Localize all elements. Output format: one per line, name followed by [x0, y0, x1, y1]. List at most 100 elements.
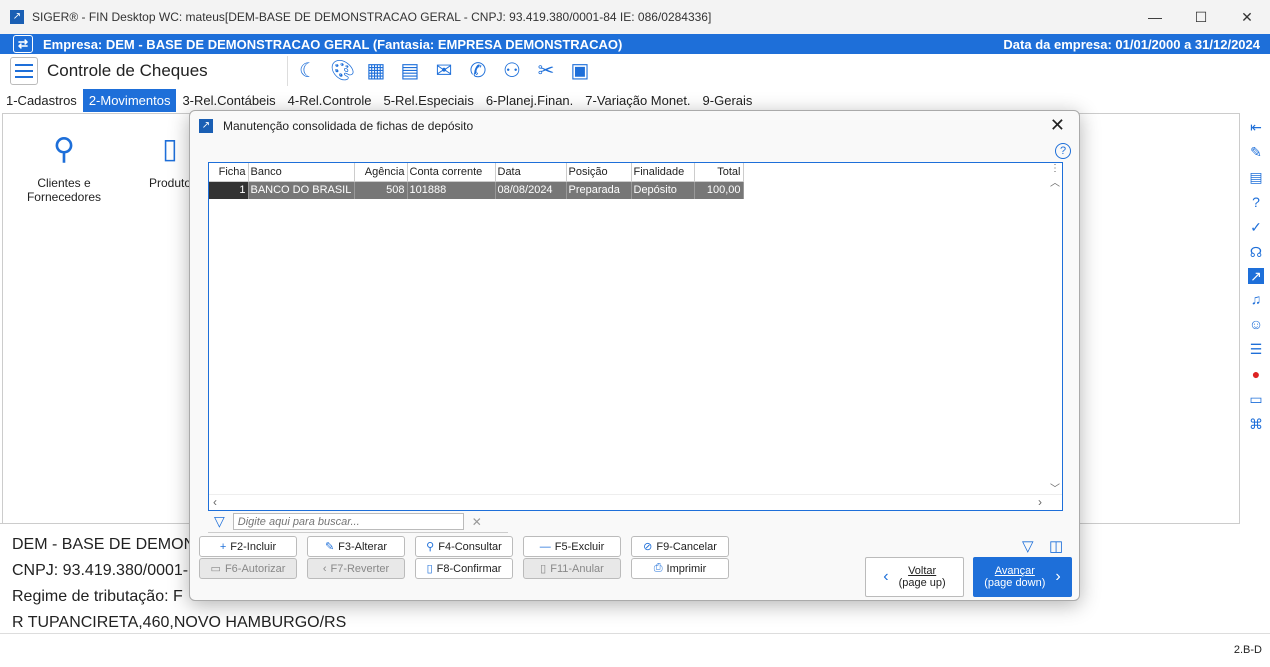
help-icon[interactable]: ? [1247, 193, 1265, 212]
confirmar-button[interactable]: ▯ F8-Confirmar [415, 558, 513, 579]
button-label: F11-Anular [550, 562, 604, 575]
tools-icon[interactable]: ✂ [534, 59, 558, 83]
right-sidebar: ⇤ ✎ ▤ ? ✓ ☊ ↗ ♫ ☺ ☰ ● ▭ ⌘ [1242, 118, 1270, 434]
bell-icon[interactable]: ♫ [1247, 290, 1265, 309]
clear-search-icon[interactable]: ✕ [472, 515, 482, 529]
file-cancel-icon: ▯ [540, 563, 547, 575]
person-icon: ⚲ [53, 133, 75, 166]
news-icon[interactable]: ▤ [1247, 168, 1265, 187]
tab-cadastros[interactable]: 1-Cadastros [0, 89, 83, 112]
tab-planej-finan[interactable]: 6-Planej.Finan. [480, 89, 579, 112]
col-data[interactable]: Data [495, 163, 567, 182]
calculator-icon[interactable]: ▦ [364, 59, 388, 83]
folder-icon[interactable]: ▭ [1247, 390, 1265, 409]
button-label: F3-Alterar [338, 540, 388, 553]
cell-conta: 101888 [407, 181, 496, 199]
search-input[interactable] [232, 513, 464, 530]
autorizar-button[interactable]: ▭ F6-Autorizar [199, 558, 297, 579]
imprimir-button[interactable]: ⎙ Imprimir [631, 558, 729, 579]
briefcase-icon[interactable]: ▣ [568, 59, 592, 83]
phone-icon[interactable]: ✆ [466, 59, 490, 83]
layout-icon[interactable]: ◫ [1049, 537, 1063, 555]
deposit-dialog: ↗ Manutenção consolidada de fichas de dep… [189, 110, 1080, 601]
folder-check-icon: ▭ [210, 563, 221, 575]
cancelar-button[interactable]: ⊘ F9-Cancelar [631, 536, 729, 557]
vertical-scrollbar[interactable]: ⋮ ︿ ﹀ [1048, 163, 1062, 495]
button-label: Voltar [908, 565, 937, 577]
col-conta[interactable]: Conta corrente [407, 163, 496, 182]
code-file-icon[interactable]: ⌘ [1247, 415, 1265, 434]
button-label: F8-Confirmar [436, 562, 502, 575]
cancel-icon: ⊘ [643, 541, 653, 553]
chevron-left-icon: ‹ [883, 568, 889, 585]
excluir-button[interactable]: — F5-Excluir [523, 536, 621, 557]
cell-banco: BANCO DO BRASIL [248, 181, 355, 199]
button-label: Avançar [994, 565, 1035, 577]
deposit-grid: Ficha Banco Agência Conta corrente Data … [208, 162, 1063, 511]
calendar-icon[interactable]: ▤ [398, 59, 422, 83]
anular-button[interactable]: ▯ F11-Anular [523, 558, 621, 579]
maximize-button[interactable]: ☐ [1178, 0, 1224, 34]
consultar-button[interactable]: ⚲ F4-Consultar [415, 536, 513, 557]
button-label: F2-Incluir [230, 540, 277, 553]
users-icon[interactable]: ⚇ [500, 59, 524, 83]
scroll-icon[interactable]: ✎ [1247, 143, 1265, 162]
table-row[interactable]: 1 BANCO DO BRASIL 508 101888 08/08/2024 … [209, 181, 744, 199]
tab-rel-contabeis[interactable]: 3-Rel.Contábeis [176, 89, 281, 112]
minus-icon: — [539, 540, 551, 553]
user-check-icon[interactable]: ✓ [1247, 218, 1265, 237]
collapse-icon[interactable]: ⇤ [1247, 118, 1265, 137]
user-icon[interactable]: ☺ [1247, 315, 1265, 334]
app-logo-icon: ↗ [10, 10, 24, 24]
dialog-close-button[interactable]: ✕ [1050, 115, 1065, 136]
moon-icon[interactable]: ☾ [296, 59, 320, 83]
dialog-icon: ↗ [199, 119, 213, 133]
alterar-button[interactable]: ✎ F3-Alterar [307, 536, 405, 557]
window-titlebar: ↗ SIGER® - FIN Desktop WC: mateus[DEM-BA… [0, 0, 1270, 34]
shortcut-icon[interactable]: ↗ [1248, 268, 1264, 284]
hamburger-menu-button[interactable] [10, 57, 38, 85]
filter-icon[interactable]: ▽ [214, 513, 225, 530]
button-label: F9-Cancelar [656, 540, 717, 553]
switch-company-icon[interactable]: ⇄ [13, 35, 33, 53]
palette-icon[interactable]: 🎨︎ [330, 59, 355, 83]
col-total[interactable]: Total [694, 163, 744, 182]
shortcut-produto[interactable]: ▯ Produto [145, 132, 195, 190]
mail-icon[interactable]: ✉ [432, 59, 456, 83]
col-agencia[interactable]: Agência [354, 163, 408, 182]
status-bar: 2.B-D [0, 633, 1270, 667]
cell-agencia: 508 [354, 181, 408, 199]
button-label: F5-Excluir [554, 540, 605, 553]
button-label: F7-Reverter [330, 562, 390, 575]
button-label: F4-Consultar [438, 540, 502, 553]
chevron-right-icon: › [1055, 568, 1061, 585]
col-banco[interactable]: Banco [248, 163, 355, 182]
tab-movimentos[interactable]: 2-Movimentos [82, 89, 177, 112]
cell-finalidade: Depósito [631, 181, 695, 199]
avancar-button[interactable]: Avançar (page down) › [973, 557, 1072, 597]
col-finalidade[interactable]: Finalidade [631, 163, 695, 182]
horizontal-scrollbar[interactable]: ‹ › [209, 494, 1062, 510]
shortcut-label: Produto [148, 176, 192, 190]
close-button[interactable]: ✕ [1224, 0, 1270, 34]
tab-variacao-monet[interactable]: 7-Variação Monet. [579, 89, 696, 112]
col-ficha[interactable]: Ficha [209, 163, 249, 182]
help-icon[interactable]: ? [1055, 143, 1071, 159]
company-bar: ⇄ Empresa: DEM - BASE DE DEMONSTRACAO GE… [0, 34, 1270, 54]
col-posicao[interactable]: Posição [566, 163, 632, 182]
reverter-button[interactable]: ‹ F7-Reverter [307, 558, 405, 579]
tab-rel-controle[interactable]: 4-Rel.Controle [282, 89, 378, 112]
tab-rel-especiais[interactable]: 5-Rel.Especiais [378, 89, 480, 112]
headset-icon[interactable]: ☊ [1247, 243, 1265, 262]
filter-icon[interactable]: ▽ [1022, 537, 1034, 555]
voltar-button[interactable]: ‹ Voltar (page up) [865, 557, 964, 597]
incluir-button[interactable]: + F2-Incluir [199, 536, 297, 557]
tab-gerais[interactable]: 9-Gerais [697, 89, 759, 112]
edit-icon: ✎ [324, 541, 335, 553]
minimize-button[interactable]: — [1132, 0, 1178, 34]
shortcut-clientes[interactable]: ⚲ Clientes e Fornecedores [21, 132, 107, 204]
coins-icon[interactable]: ● [1247, 365, 1265, 384]
database-icon[interactable]: ☰ [1247, 340, 1265, 359]
cell-total: 100,00 [694, 181, 744, 199]
company-date: Data da empresa: 01/01/2000 a 31/12/2024 [1003, 36, 1260, 52]
